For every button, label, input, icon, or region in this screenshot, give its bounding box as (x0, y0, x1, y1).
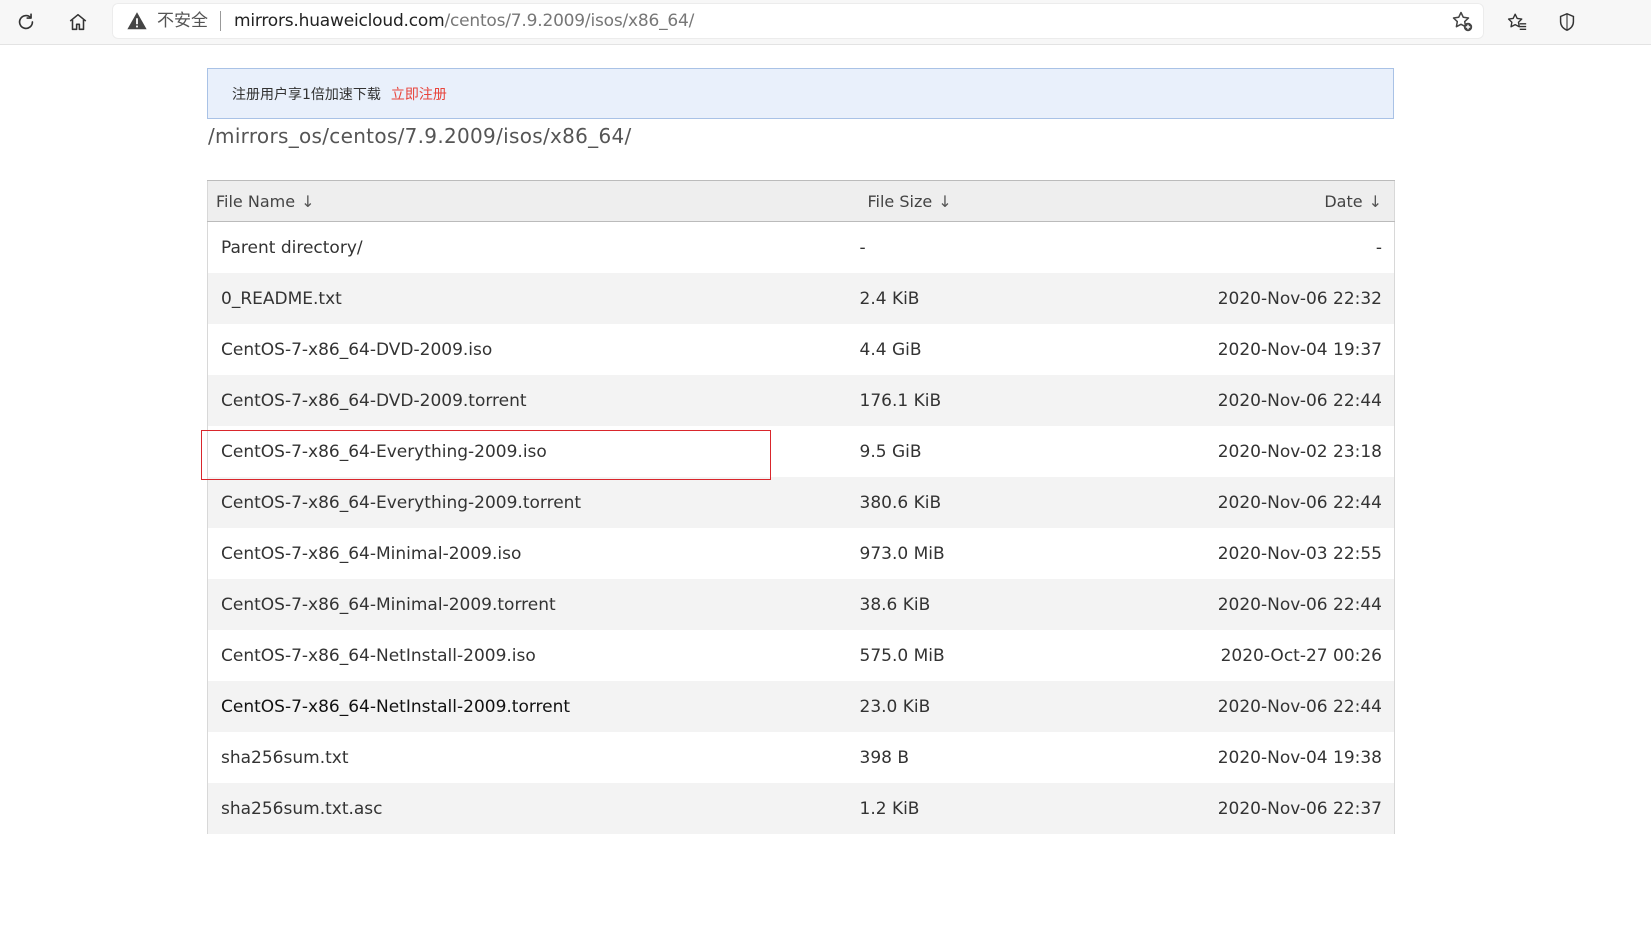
file-size: - (859, 221, 1195, 273)
file-size: 176.1 KiB (859, 375, 1195, 426)
sort-arrow-icon: ↓ (938, 191, 952, 211)
file-name-link[interactable]: CentOS-7-x86_64-NetInstall-2009.iso (207, 630, 860, 681)
file-name-link[interactable]: CentOS-7-x86_64-DVD-2009.iso (207, 324, 860, 375)
sort-arrow-icon: ↓ (1368, 191, 1382, 211)
url-text[interactable]: mirrors.huaweicloud.com/centos/7.9.2009/… (234, 11, 694, 31)
file-name-link[interactable]: CentOS-7-x86_64-Minimal-2009.iso (207, 528, 860, 579)
file-date: 2020-Nov-03 22:55 (1194, 528, 1395, 579)
file-size: 38.6 KiB (859, 579, 1195, 630)
file-date: 2020-Nov-06 22:44 (1194, 375, 1395, 426)
refresh-button[interactable] (10, 6, 42, 38)
address-separator (220, 11, 221, 31)
file-size: 973.0 MiB (859, 528, 1195, 579)
file-size: 23.0 KiB (859, 681, 1195, 732)
column-header-file-name-label: File Name (216, 191, 296, 211)
file-size: 2.4 KiB (859, 273, 1195, 324)
table-row: CentOS-7-x86_64-Minimal-2009.torrent 38.… (207, 579, 1395, 630)
table-row: CentOS-7-x86_64-Minimal-2009.iso 973.0 M… (207, 528, 1395, 579)
table-row: CentOS-7-x86_64-NetInstall-2009.iso 575.… (207, 630, 1395, 681)
table-row: CentOS-7-x86_64-Everything-2009.torrent … (207, 477, 1395, 528)
favorites-button[interactable] (1501, 6, 1533, 38)
table-row: CentOS-7-x86_64-NetInstall-2009.torrent … (207, 681, 1395, 732)
directory-path: /mirrors_os/centos/7.9.2009/isos/x86_64/ (208, 124, 632, 148)
sort-arrow-icon: ↓ (301, 191, 315, 211)
file-name-link[interactable]: Parent directory/ (207, 221, 860, 273)
file-date: 2020-Nov-06 22:44 (1194, 477, 1395, 528)
file-listing-table: File Name ↓ File Size ↓ Date ↓ Parent direc… (207, 180, 1395, 834)
file-name-link[interactable]: CentOS-7-x86_64-Everything-2009.torrent (207, 477, 860, 528)
file-date: 2020-Nov-06 22:37 (1194, 783, 1395, 834)
file-date: - (1194, 221, 1395, 273)
file-size: 1.2 KiB (859, 783, 1195, 834)
file-size: 4.4 GiB (859, 324, 1195, 375)
browser-essentials-button[interactable] (1551, 6, 1583, 38)
file-name-link[interactable]: sha256sum.txt.asc (207, 783, 860, 834)
file-date: 2020-Nov-02 23:18 (1194, 426, 1395, 477)
column-header-date-label: Date (1324, 191, 1363, 211)
register-link[interactable]: 立即注册 (391, 84, 447, 104)
table-row: Parent directory/ - - (207, 221, 1395, 273)
column-header-file-name[interactable]: File Name ↓ (207, 180, 860, 222)
insecure-label[interactable]: 不安全 (157, 11, 208, 31)
favorites-icon (1507, 13, 1527, 31)
file-name-link[interactable]: CentOS-7-x86_64-Minimal-2009.torrent (207, 579, 860, 630)
url-path: /centos/7.9.2009/isos/x86_64/ (444, 11, 695, 31)
address-bar[interactable]: 不安全 mirrors.huaweicloud.com/centos/7.9.2… (112, 3, 1484, 39)
refresh-icon (18, 13, 34, 30)
home-icon (69, 13, 87, 31)
column-header-date[interactable]: Date ↓ (1194, 180, 1395, 222)
file-size: 380.6 KiB (859, 477, 1195, 528)
column-header-file-size-label: File Size (867, 191, 933, 211)
file-date: 2020-Nov-04 19:37 (1194, 324, 1395, 375)
table-row: sha256sum.txt 398 B 2020-Nov-04 19:38 (207, 732, 1395, 783)
file-date: 2020-Nov-06 22:44 (1194, 681, 1395, 732)
home-button[interactable] (62, 6, 94, 38)
shield-icon (1559, 12, 1575, 32)
add-favorite-icon[interactable] (1450, 9, 1474, 33)
file-size: 9.5 GiB (859, 426, 1195, 477)
browser-toolbar: 不安全 mirrors.huaweicloud.com/centos/7.9.2… (0, 0, 1651, 45)
file-name-link[interactable]: CentOS-7-x86_64-NetInstall-2009.torrent (207, 681, 860, 732)
table-row: 0_README.txt 2.4 KiB 2020-Nov-06 22:32 (207, 273, 1395, 324)
file-name-link[interactable]: sha256sum.txt (207, 732, 860, 783)
file-size: 398 B (859, 732, 1195, 783)
file-size: 575.0 MiB (859, 630, 1195, 681)
file-date: 2020-Oct-27 00:26 (1194, 630, 1395, 681)
notice-text: 注册用户享1倍加速下载 (232, 86, 381, 103)
register-notice: 注册用户享1倍加速下载 立即注册 (207, 68, 1394, 119)
table-row: CentOS-7-x86_64-DVD-2009.iso 4.4 GiB 202… (207, 324, 1395, 375)
table-row: CentOS-7-x86_64-Everything-2009.iso 9.5 … (207, 426, 1395, 477)
warning-icon[interactable] (126, 10, 148, 32)
file-date: 2020-Nov-06 22:32 (1194, 273, 1395, 324)
url-host: mirrors.huaweicloud.com (234, 11, 445, 31)
file-date: 2020-Nov-04 19:38 (1194, 732, 1395, 783)
column-header-file-size[interactable]: File Size ↓ (859, 180, 1195, 222)
file-name-link[interactable]: 0_README.txt (207, 273, 860, 324)
file-name-link[interactable]: CentOS-7-x86_64-Everything-2009.iso (207, 426, 860, 477)
table-header-row: File Name ↓ File Size ↓ Date ↓ (207, 180, 1395, 222)
table-row: sha256sum.txt.asc 1.2 KiB 2020-Nov-06 22… (207, 783, 1395, 834)
table-row: CentOS-7-x86_64-DVD-2009.torrent 176.1 K… (207, 375, 1395, 426)
file-name-link[interactable]: CentOS-7-x86_64-DVD-2009.torrent (207, 375, 860, 426)
file-date: 2020-Nov-06 22:44 (1194, 579, 1395, 630)
